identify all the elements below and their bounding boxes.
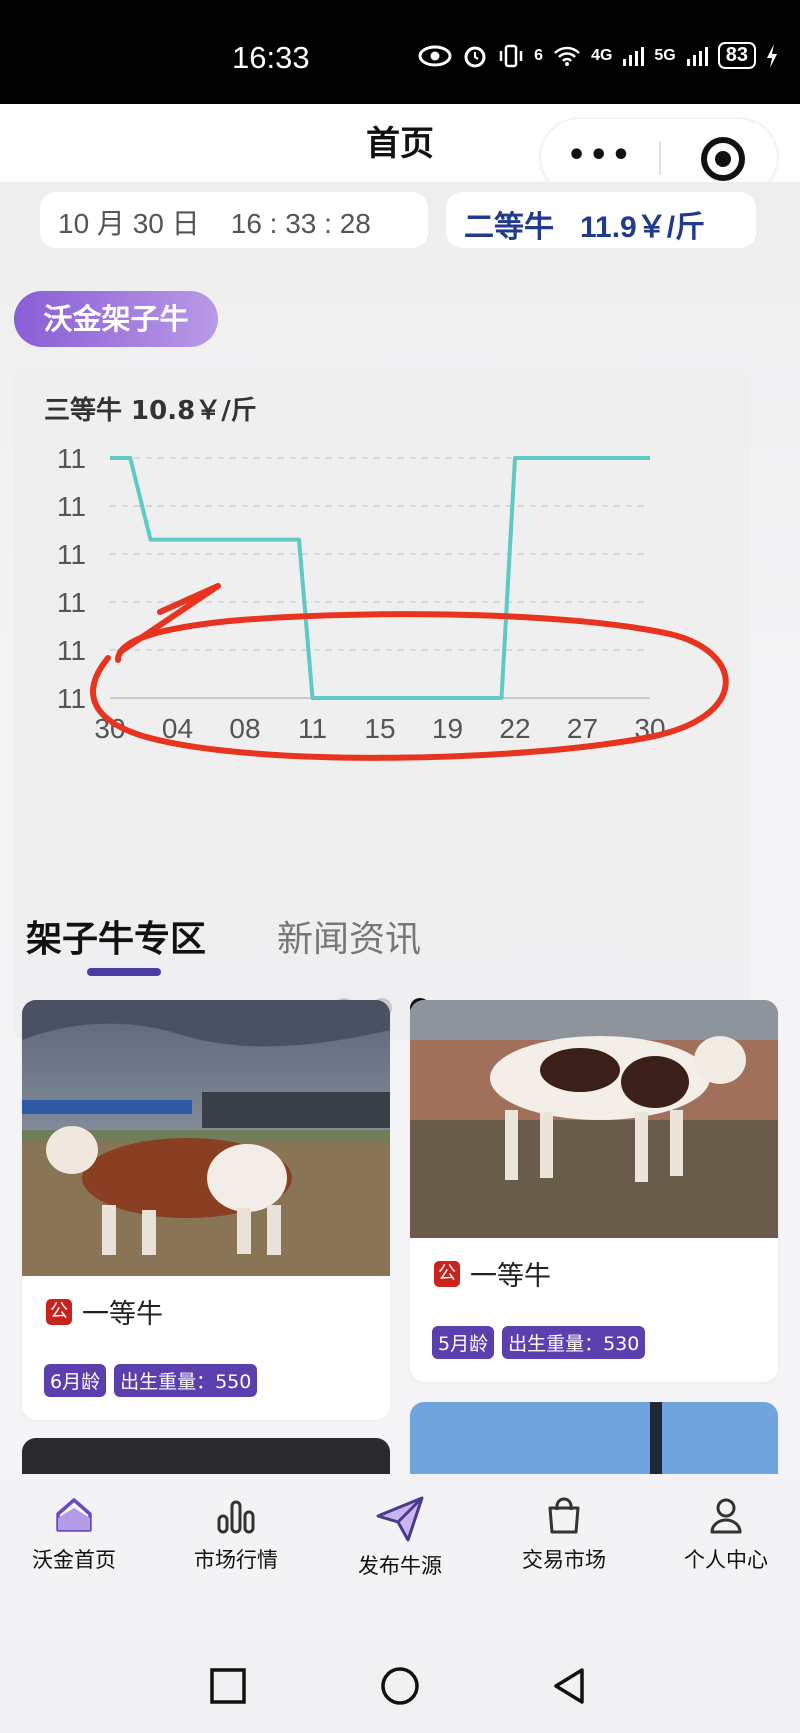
price-series-line xyxy=(110,456,650,700)
clock: 16:33 xyxy=(232,40,310,75)
more-menu-icon[interactable]: ••• xyxy=(567,141,634,171)
recent-apps-icon[interactable] xyxy=(206,1664,250,1708)
age-tag: 5月龄 xyxy=(432,1326,495,1359)
charging-icon xyxy=(767,43,777,68)
y-tick-label: 11 xyxy=(57,587,86,618)
weight-tag: 出生重量：550 xyxy=(114,1364,258,1397)
nav-home-label: 沃金首页 xyxy=(32,1548,116,1572)
bottom-nav: 沃金首页 市场行情 发布牛源 交易市场 个人中心 xyxy=(0,1474,800,1634)
system-nav-bar xyxy=(0,1634,800,1733)
tab-news[interactable]: 新闻资讯 xyxy=(277,910,421,962)
alarm-icon xyxy=(464,46,486,67)
eye-icon xyxy=(418,45,452,66)
cattle-card[interactable]: 公 一等牛 5月龄 出生重量：530 xyxy=(410,1000,778,1382)
region-badge[interactable]: 沃金架子牛 xyxy=(14,291,218,347)
cattle-photo xyxy=(410,1000,778,1238)
nav-profile[interactable]: 个人中心 xyxy=(646,1494,800,1574)
male-badge: 公 xyxy=(434,1260,460,1287)
cattle-card[interactable] xyxy=(410,1402,778,1474)
male-badge: 公 xyxy=(46,1298,72,1325)
home-circle-icon[interactable] xyxy=(378,1664,422,1708)
status-icons: 6 4G 5G 83 xyxy=(418,42,778,69)
y-tick-label: 11 xyxy=(57,683,86,714)
signal-icon xyxy=(623,46,645,66)
x-tick-label: 22 xyxy=(499,713,530,744)
nav-market-trend[interactable]: 市场行情 xyxy=(156,1494,316,1574)
y-tick-label: 11 xyxy=(57,443,86,474)
current-price-display: 二等牛 11.9￥/斤 xyxy=(446,192,756,248)
tab-livestock-zone[interactable]: 架子牛专区 xyxy=(26,910,206,962)
weight-tag: 出生重量：530 xyxy=(502,1326,646,1359)
x-tick-label: 04 xyxy=(162,713,193,744)
back-triangle-icon[interactable] xyxy=(548,1664,592,1708)
y-tick-label: 11 xyxy=(57,491,86,522)
capsule-divider xyxy=(659,141,661,175)
section-tabs: 架子牛专区 新闻资讯 xyxy=(0,910,800,980)
x-tick-label: 27 xyxy=(567,713,598,744)
x-tick-label: 30 xyxy=(94,713,125,744)
bar-chart-icon xyxy=(217,1500,255,1534)
nav-trade-market-label: 交易市场 xyxy=(522,1548,606,1572)
x-tick-label: 19 xyxy=(432,713,463,744)
cattle-photo xyxy=(22,1438,390,1474)
wifi-icon xyxy=(554,46,580,66)
home-icon xyxy=(56,1498,92,1532)
bag-icon xyxy=(548,1497,580,1534)
nav-market-trend-label: 市场行情 xyxy=(194,1548,278,1572)
user-icon xyxy=(710,1498,742,1534)
nav-profile-label: 个人中心 xyxy=(684,1548,768,1572)
date-time-display: 10 月 30 日 16 : 33 : 28 xyxy=(40,192,428,248)
main-content[interactable]: 10 月 30 日 16 : 33 : 28 二等牛 11.9￥/斤 沃金架子牛 … xyxy=(0,182,800,1474)
nav-trade-market[interactable]: 交易市场 xyxy=(484,1494,644,1574)
x-tick-label: 30 xyxy=(634,713,665,744)
signal-icon xyxy=(686,46,708,66)
status-bar: 16:33 6 4G 5G 83 xyxy=(0,0,800,104)
nav-publish-label: 发布牛源 xyxy=(358,1554,442,1578)
cattle-photo xyxy=(410,1402,778,1474)
cattle-tags: 6月龄 出生重量：550 xyxy=(44,1364,258,1397)
cattle-name: 公 一等牛 xyxy=(434,1254,551,1293)
y-tick-label: 11 xyxy=(57,539,86,570)
cattle-photo xyxy=(22,1000,390,1276)
x-tick-label: 08 xyxy=(229,713,260,744)
cattle-name: 公 一等牛 xyxy=(46,1292,163,1331)
age-tag: 6月龄 xyxy=(44,1364,107,1397)
cattle-tags: 5月龄 出生重量：530 xyxy=(432,1326,646,1359)
cattle-card[interactable] xyxy=(22,1438,390,1474)
cattle-card[interactable]: 公 一等牛 6月龄 出生重量：550 xyxy=(22,1000,390,1420)
cattle-grade: 一等牛 xyxy=(470,1261,551,1292)
active-tab-indicator xyxy=(87,968,161,976)
battery-level: 83 xyxy=(717,42,756,69)
send-icon xyxy=(376,1496,424,1542)
signal-4g-label: 4G xyxy=(591,46,613,64)
cattle-grade: 一等牛 xyxy=(82,1299,163,1330)
price-value: 11.9￥/斤 xyxy=(580,211,706,244)
y-tick-label: 11 xyxy=(57,635,86,666)
nav-home[interactable]: 沃金首页 xyxy=(0,1494,154,1574)
x-tick-label: 11 xyxy=(298,713,327,744)
nav-publish[interactable]: 发布牛源 xyxy=(320,1494,480,1580)
price-grade: 二等牛 xyxy=(464,211,554,244)
x-tick-label: 15 xyxy=(364,713,395,744)
close-target-icon[interactable] xyxy=(701,137,745,181)
signal-5g-label: 5G xyxy=(654,46,676,64)
wifi-gen-label: 6 xyxy=(534,46,544,64)
vibrate-icon xyxy=(499,44,523,67)
